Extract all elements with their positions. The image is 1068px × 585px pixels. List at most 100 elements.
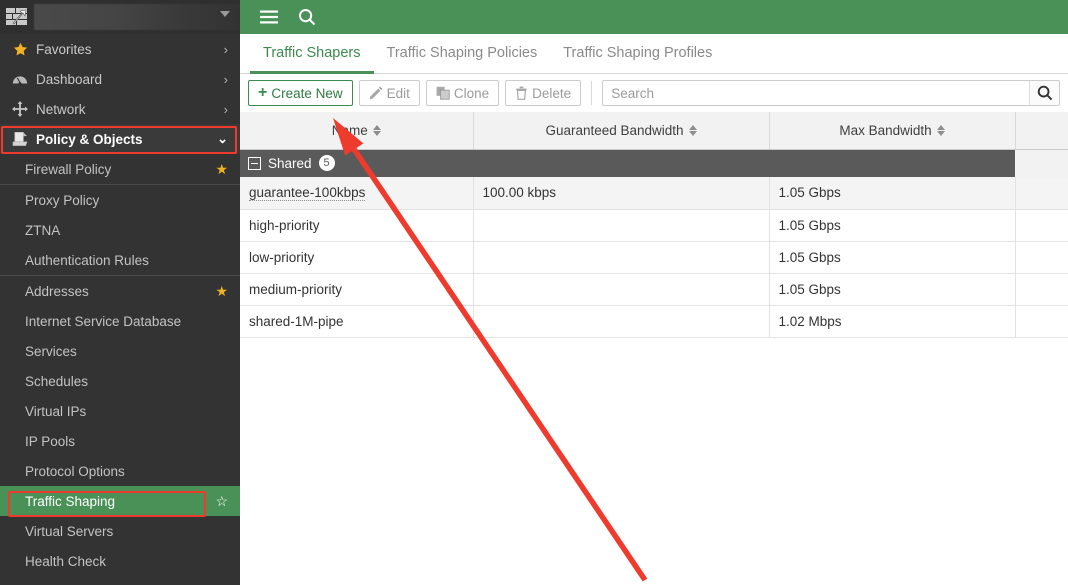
clone-label: Clone [453, 85, 490, 101]
group-cell-spacer [1015, 149, 1068, 177]
sidebar-item-virtual-ips[interactable]: Virtual IPs [0, 396, 240, 426]
toolbar-divider [591, 81, 593, 105]
sort-arrows-icon[interactable] [688, 124, 697, 136]
search-icon[interactable] [288, 0, 326, 34]
left-navigation-sidebar: Favorites › Dashboard › Network › Policy… [0, 0, 240, 585]
firewall-brick-icon [0, 0, 34, 34]
table-row[interactable]: high-priority 1.05 Gbps [240, 209, 1068, 242]
trash-icon [515, 86, 528, 100]
create-new-button[interactable]: + Create New [248, 80, 353, 106]
column-header-extra [1015, 112, 1068, 150]
hamburger-menu-icon[interactable] [250, 0, 288, 34]
delete-button[interactable]: Delete [505, 80, 582, 106]
clone-button[interactable]: Clone [425, 80, 500, 106]
search-input[interactable] [603, 81, 1029, 105]
search-submit-icon[interactable] [1029, 81, 1059, 105]
cell-name[interactable]: high-priority [240, 209, 474, 242]
cell-extra [1015, 177, 1068, 210]
sidebar-item-label: Virtual IPs [25, 403, 87, 419]
favorite-star-icon[interactable]: ★ [215, 284, 228, 298]
column-header-guaranteed-bandwidth[interactable]: Guaranteed Bandwidth [473, 112, 770, 150]
main-content-area: Traffic Shapers Traffic Shaping Policies T… [240, 0, 1068, 585]
shaper-name-label: medium-priority [249, 281, 343, 297]
collapse-minus-icon[interactable] [248, 156, 261, 170]
table-row[interactable]: medium-priority 1.05 Gbps [240, 273, 1068, 306]
sort-arrows-icon[interactable] [372, 124, 381, 136]
pencil-icon [369, 86, 383, 100]
chevron-right-icon: › [223, 41, 228, 57]
edit-button[interactable]: Edit [358, 80, 420, 106]
sidebar-item-authentication-rules[interactable]: Authentication Rules [0, 245, 240, 275]
sidebar-item-label: Virtual Servers [25, 523, 114, 539]
shaper-name-label: low-priority [249, 249, 315, 265]
sidebar-item-protocol-options[interactable]: Protocol Options [0, 456, 240, 486]
table-group-row[interactable]: Shared 5 [240, 149, 1068, 177]
table-row[interactable]: low-priority 1.05 Gbps [240, 241, 1068, 274]
copy-icon [436, 86, 450, 100]
favorite-star-outline-icon[interactable]: ☆ [215, 494, 228, 508]
sidebar-item-label: Addresses [25, 283, 89, 299]
column-header-label: Guaranteed Bandwidth [545, 122, 684, 138]
cell-name[interactable]: guarantee-100kbps [240, 177, 474, 210]
caret-down-icon [220, 11, 230, 17]
chevron-right-icon: › [223, 101, 228, 117]
search-box[interactable] [602, 80, 1060, 106]
cell-guaranteed-bandwidth [473, 305, 770, 338]
tab-traffic-shaping-profiles[interactable]: Traffic Shaping Profiles [550, 34, 725, 74]
sidebar-item-ztna[interactable]: ZTNA [0, 215, 240, 245]
sidebar-item-network[interactable]: Network › [0, 94, 240, 124]
cell-max-bandwidth: 1.02 Mbps [769, 305, 1016, 338]
sidebar-item-label: Health Check [25, 553, 107, 569]
sidebar-item-label: Policy & Objects [36, 131, 143, 147]
cell-extra [1015, 241, 1068, 274]
policy-document-icon [8, 130, 32, 148]
device-name-dropdown[interactable] [34, 4, 240, 30]
chevron-down-icon: ⌄ [217, 131, 228, 146]
sort-arrows-icon[interactable] [936, 124, 945, 136]
sidebar-item-label: Traffic Shaping [25, 493, 116, 509]
cell-extra [1015, 273, 1068, 306]
cell-name[interactable]: medium-priority [240, 273, 474, 306]
cell-name[interactable]: low-priority [240, 241, 474, 274]
sidebar-item-addresses[interactable]: Addresses ★ [0, 276, 240, 306]
sidebar-item-label: Authentication Rules [25, 252, 149, 268]
sidebar-item-dashboard[interactable]: Dashboard › [0, 64, 240, 94]
sidebar-item-proxy-policy[interactable]: Proxy Policy [0, 185, 240, 215]
sidebar-item-label: Protocol Options [25, 463, 125, 479]
sidebar-item-policy-and-objects[interactable]: Policy & Objects ⌄ [0, 124, 240, 154]
column-header-name[interactable]: Name [240, 112, 474, 150]
table-row[interactable]: guarantee-100kbps 100.00 kbps 1.05 Gbps [240, 177, 1068, 210]
sidebar-item-ip-pools[interactable]: IP Pools [0, 426, 240, 456]
sidebar-item-virtual-servers[interactable]: Virtual Servers [0, 516, 240, 546]
favorite-star-icon[interactable]: ★ [215, 162, 228, 176]
sidebar-item-health-check[interactable]: Health Check [0, 546, 240, 576]
sidebar-item-schedules[interactable]: Schedules [0, 366, 240, 396]
sidebar-item-firewall-policy[interactable]: Firewall Policy ★ [0, 154, 240, 184]
sidebar-item-traffic-shaping[interactable]: Traffic Shaping ☆ [0, 486, 240, 516]
cell-max-bandwidth: 1.05 Gbps [769, 209, 1016, 242]
sidebar-item-favorites[interactable]: Favorites › [0, 34, 240, 64]
table-header-row: Name Guaranteed Bandwidth Max Bandwidth [240, 112, 1068, 150]
delete-label: Delete [532, 85, 572, 101]
column-header-label: Max Bandwidth [839, 122, 932, 138]
cell-max-bandwidth: 1.05 Gbps [769, 273, 1016, 306]
sidebar-item-label: IP Pools [25, 433, 76, 449]
tab-traffic-shaping-policies[interactable]: Traffic Shaping Policies [374, 34, 551, 74]
column-header-max-bandwidth[interactable]: Max Bandwidth [769, 112, 1016, 150]
sidebar-item-internet-service-database[interactable]: Internet Service Database [0, 306, 240, 336]
tab-traffic-shapers[interactable]: Traffic Shapers [250, 34, 374, 74]
device-selector-bar[interactable] [0, 0, 240, 34]
star-icon [8, 40, 32, 58]
tab-label: Traffic Shaping Policies [386, 44, 538, 61]
group-cell: Shared 5 [240, 149, 1015, 177]
sidebar-item-label: Network [36, 101, 86, 117]
tab-label: Traffic Shaping Profiles [563, 44, 713, 61]
sidebar-item-label: Services [25, 343, 77, 359]
cell-guaranteed-bandwidth [473, 241, 770, 274]
table-row[interactable]: shared-1M-pipe 1.02 Mbps [240, 305, 1068, 338]
shaper-name-label: guarantee-100kbps [249, 184, 366, 201]
tab-bar: Traffic Shapers Traffic Shaping Policies T… [240, 34, 1068, 74]
cell-name[interactable]: shared-1M-pipe [240, 305, 474, 338]
sidebar-item-services[interactable]: Services [0, 336, 240, 366]
shaper-name-label: shared-1M-pipe [249, 313, 344, 329]
